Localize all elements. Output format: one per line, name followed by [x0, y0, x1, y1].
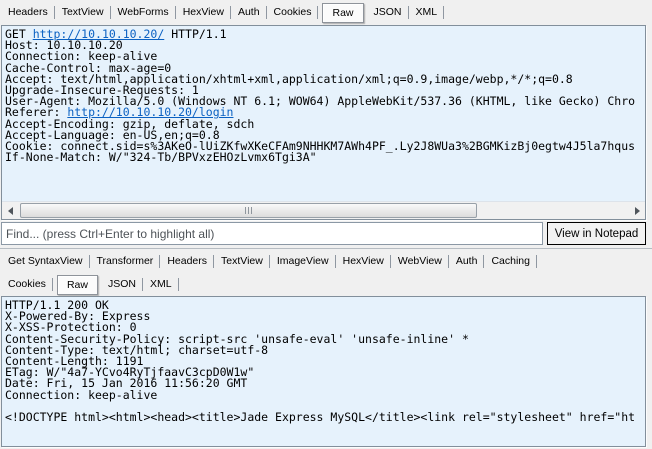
request-tab-headers[interactable]: Headers	[2, 3, 54, 22]
response-tab-xml[interactable]: XML	[144, 275, 178, 294]
raw-text: If-None-Match: W/"324-Tb/BPVxzEHOzLvmx6T…	[5, 150, 317, 164]
response-tab-textview[interactable]: TextView	[215, 252, 269, 271]
inspector-group-divider	[0, 245, 652, 249]
response-tab-auth[interactable]: Auth	[450, 252, 484, 271]
request-tab-cookies[interactable]: Cookies	[268, 3, 318, 22]
response-tab-headers[interactable]: Headers	[161, 252, 213, 271]
scroll-left-arrow-icon	[8, 207, 13, 215]
raw-text: Connection: keep-alive	[5, 388, 157, 402]
response-raw-pane: HTTP/1.1 200 OKX-Powered-By: ExpressX-XS…	[1, 296, 646, 447]
response-tab-transformer[interactable]: Transformer	[91, 252, 160, 271]
request-tab-webforms[interactable]: WebForms	[112, 3, 175, 22]
find-bar: View in Notepad	[1, 222, 646, 245]
response-tab-cookies[interactable]: Cookies	[2, 275, 52, 294]
request-tab-auth[interactable]: Auth	[232, 3, 266, 22]
raw-text: HTTP/1.1	[164, 27, 226, 41]
response-tab-caching[interactable]: Caching	[485, 252, 536, 271]
request-raw-pane: GET http://10.10.10.20/ HTTP/1.1Host: 10…	[1, 25, 646, 220]
response-tab-json[interactable]: JSON	[102, 275, 142, 294]
request-raw-view[interactable]: GET http://10.10.10.20/ HTTP/1.1Host: 10…	[2, 26, 645, 201]
h-scrollbar[interactable]	[2, 201, 645, 219]
scrollbar-grip-icon	[245, 207, 253, 214]
response-tab-webview[interactable]: WebView	[392, 252, 448, 271]
request-tab-xml[interactable]: XML	[410, 3, 444, 22]
response-tab-get-syntaxview[interactable]: Get SyntaxView	[2, 252, 89, 271]
response-raw-view[interactable]: HTTP/1.1 200 OKX-Powered-By: ExpressX-XS…	[2, 297, 645, 449]
request-tab-raw[interactable]: Raw	[322, 3, 363, 23]
scroll-thumb[interactable]	[20, 203, 477, 218]
request-inspector-tabs: HeadersTextViewWebFormsHexViewAuthCookie…	[0, 0, 652, 25]
find-input[interactable]	[1, 222, 543, 245]
raw-text: <!DOCTYPE html><html><head><title>Jade E…	[5, 410, 635, 424]
request-tab-textview[interactable]: TextView	[56, 3, 110, 22]
request-tab-json[interactable]: JSON	[368, 3, 408, 22]
raw-line: If-None-Match: W/"324-Tb/BPVxzEHOzLvmx6T…	[5, 152, 645, 163]
view-in-notepad-button[interactable]: View in Notepad	[547, 222, 646, 245]
raw-line: Connection: keep-alive	[5, 390, 645, 401]
request-tab-hexview[interactable]: HexView	[177, 3, 230, 22]
scroll-left-button[interactable]	[2, 202, 18, 219]
scroll-right-button[interactable]	[629, 202, 645, 219]
response-inspector-tabs-row2: Cookies RawJSONXML	[0, 273, 652, 296]
raw-line: <!DOCTYPE html><html><head><title>Jade E…	[5, 412, 645, 423]
response-tab-hexview[interactable]: HexView	[337, 252, 390, 271]
response-inspector-tabs-row1: Get SyntaxViewTransformerHeadersTextView…	[0, 250, 652, 273]
scroll-right-arrow-icon	[635, 207, 640, 215]
response-tab-raw[interactable]: Raw	[57, 275, 98, 295]
response-tab-imageview[interactable]: ImageView	[271, 252, 335, 271]
